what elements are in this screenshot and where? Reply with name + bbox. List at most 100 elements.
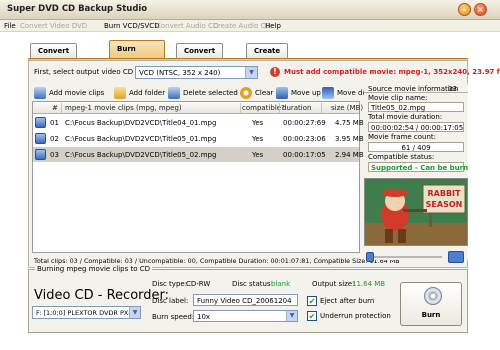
total-duration-field: 00:00:02:54 / 00:00:17:05 — [368, 122, 464, 132]
list-status-text: Total clips: 03 / Compatible: 03 / Uncom… — [34, 257, 400, 265]
output-type-label: First, select output video CD type — [34, 68, 152, 76]
row-file: C:\Focus Backup\DVD2VCD\Title05_02.mpg — [65, 151, 217, 159]
burn-speed-select[interactable]: 10x ▼ — [193, 310, 298, 322]
chevron-down-icon[interactable]: ▼ — [286, 311, 297, 321]
close-button[interactable]: × — [474, 3, 487, 16]
chevron-down-icon[interactable]: ▼ — [129, 307, 140, 318]
row-size: 4.75 MB — [335, 119, 364, 127]
clip-name-field: Title05_02.mpg — [368, 102, 464, 112]
disc-label-input[interactable]: Funny Video CD_20061204 — [193, 294, 298, 306]
row-compat: Yes — [252, 151, 264, 159]
source-info-index: 03 — [448, 85, 457, 93]
burn-speed-value: 10x — [197, 313, 211, 321]
list-header: # mpeg-1 movie clips (mpg, mpeg) compati… — [33, 102, 363, 114]
underrun-protection-label: Underrun protection — [320, 312, 391, 320]
col-duration[interactable]: duration — [282, 104, 311, 112]
burn-button-label: Burn — [421, 311, 441, 319]
col-file[interactable]: mpeg-1 movie clips (mpg, mpeg) — [65, 104, 182, 112]
tab-burn-vcd-svcd[interactable]: Burn VCD/SVCD — [109, 40, 166, 70]
disc-label-value: Funny Video CD_20061204 — [197, 297, 292, 305]
compat-warning: Must add compatible movie: mpeg-1, 352x2… — [284, 68, 500, 76]
add-movie-clips-button[interactable]: Add movie clips — [34, 84, 104, 101]
delete-selected-label: Delete selected — [183, 88, 238, 97]
disc-status-value: blank — [271, 280, 291, 288]
clear-button[interactable]: Clear — [240, 84, 273, 101]
disc-icon — [424, 287, 442, 305]
row-duration: 00:00:17:05 — [283, 151, 326, 159]
col-size[interactable]: size (MB) — [331, 104, 363, 112]
total-duration-value: 00:00:02:54 / 00:00:17:05 — [371, 124, 464, 132]
frame-count-value: 61 / 409 — [401, 144, 431, 152]
preview-seek-slider[interactable] — [364, 250, 468, 264]
film-delete-icon — [168, 86, 180, 99]
total-duration-label: Total movie duration: — [368, 113, 443, 121]
chevron-down-icon[interactable]: ▼ — [245, 67, 257, 78]
drive-value: F: [1;0;0] PLEXTOR DVDR PX-7 — [36, 309, 135, 317]
clip-list[interactable]: # mpeg-1 movie clips (mpg, mpeg) compati… — [32, 101, 364, 253]
add-folder-button[interactable]: Add folder — [114, 84, 165, 101]
clear-label: Clear — [255, 88, 274, 97]
table-row[interactable]: 01 C:\Focus Backup\DVD2VCD\Title04_01.mp… — [33, 115, 364, 130]
output-type-value: VCD (NTSC, 352 x 240) — [139, 69, 221, 77]
clip-name-value: Title05_02.mpg — [371, 104, 426, 112]
move-up-button[interactable]: Move up — [276, 84, 321, 101]
add-folder-label: Add folder — [129, 88, 166, 97]
movie-file-icon — [35, 133, 46, 144]
folder-add-icon — [114, 86, 126, 99]
menu-file[interactable]: File — [4, 22, 16, 30]
source-info-title: Source movie information — [368, 85, 459, 93]
preview-sign-line2: SEASON — [426, 200, 463, 209]
frame-count-label: Movie frame count: — [368, 133, 437, 141]
move-up-label: Move up — [291, 88, 321, 97]
seek-thumb[interactable] — [366, 252, 374, 262]
row-num: 03 — [50, 151, 59, 159]
compat-status-field: Supported - Can be burn — [368, 162, 468, 172]
menu-create-audio-cd[interactable]: Create Audio CD — [213, 22, 271, 30]
eject-after-burn-checkbox[interactable]: ✔ — [307, 296, 317, 306]
tab-convert-video-dvd[interactable]: Convert Video DVD — [30, 43, 78, 83]
title-bar: Super DVD CD Backup Studio – × — [0, 0, 500, 20]
movie-file-icon — [35, 117, 46, 128]
menu-bar: File Convert Video DVD Burn VCD/SVCD Con… — [0, 20, 500, 32]
col-num[interactable]: # — [52, 104, 58, 112]
menu-convert-audio-cd[interactable]: Convert Audio CD — [156, 22, 218, 30]
row-duration: 00:00:23:06 — [283, 135, 326, 143]
drive-select[interactable]: F: [1;0;0] PLEXTOR DVDR PX-7 ▼ — [32, 306, 141, 319]
seek-track[interactable] — [372, 256, 442, 258]
row-compat: Yes — [252, 119, 264, 127]
tab-create-audio-cd[interactable]: Create Audio CD — [246, 43, 289, 83]
clip-name-label: Movie clip name: — [368, 94, 428, 102]
row-size: 3.95 MB — [335, 135, 364, 143]
tab-convert-audio-cd[interactable]: Convert Audio CD — [176, 43, 224, 83]
disc-label-label: Disc label: — [152, 297, 189, 305]
menu-help[interactable]: Help — [265, 22, 281, 30]
delete-selected-button[interactable]: Delete selected — [168, 84, 238, 101]
underrun-protection-checkbox[interactable]: ✔ — [307, 311, 317, 321]
output-type-select[interactable]: VCD (NTSC, 352 x 240) ▼ — [135, 66, 258, 79]
output-size-label: Output size: — [312, 280, 355, 288]
window-title: Super DVD CD Backup Studio — [7, 4, 148, 14]
arrow-down-icon — [322, 86, 334, 99]
disc-type-label: Disc type: — [152, 280, 188, 288]
disc-status-label: Disc status: — [232, 280, 273, 288]
menu-convert-video-dvd[interactable]: Convert Video DVD — [20, 22, 87, 30]
table-row[interactable]: 03 C:\Focus Backup\DVD2VCD\Title05_02.mp… — [33, 147, 364, 162]
video-preview: RABBIT SEASON — [364, 178, 468, 246]
source-info-header: Source movie information 03 — [364, 84, 468, 93]
row-duration: 00:00:27:69 — [283, 119, 326, 127]
minimize-button[interactable]: – — [458, 3, 471, 16]
recorder-title: Video CD - Recorder: — [34, 288, 170, 303]
row-file: C:\Focus Backup\DVD2VCD\Title05_01.mpg — [65, 135, 217, 143]
burn-speed-label: Burn speed: — [152, 313, 195, 321]
clear-icon — [240, 86, 252, 99]
stop-icon[interactable] — [448, 251, 464, 263]
burn-button[interactable]: Burn — [400, 282, 462, 326]
compat-status-value: Supported - Can be burn — [371, 164, 469, 172]
menu-burn-vcd[interactable]: Burn VCD/SVCD — [104, 22, 160, 30]
row-num: 01 — [50, 119, 59, 127]
preview-sign-line1: RABBIT — [428, 189, 462, 198]
compat-status-label: Compatible status: — [368, 153, 435, 161]
table-row[interactable]: 02 C:\Focus Backup\DVD2VCD\Title05_01.mp… — [33, 131, 364, 146]
row-num: 02 — [50, 135, 59, 143]
add-movie-clips-label: Add movie clips — [49, 88, 105, 97]
